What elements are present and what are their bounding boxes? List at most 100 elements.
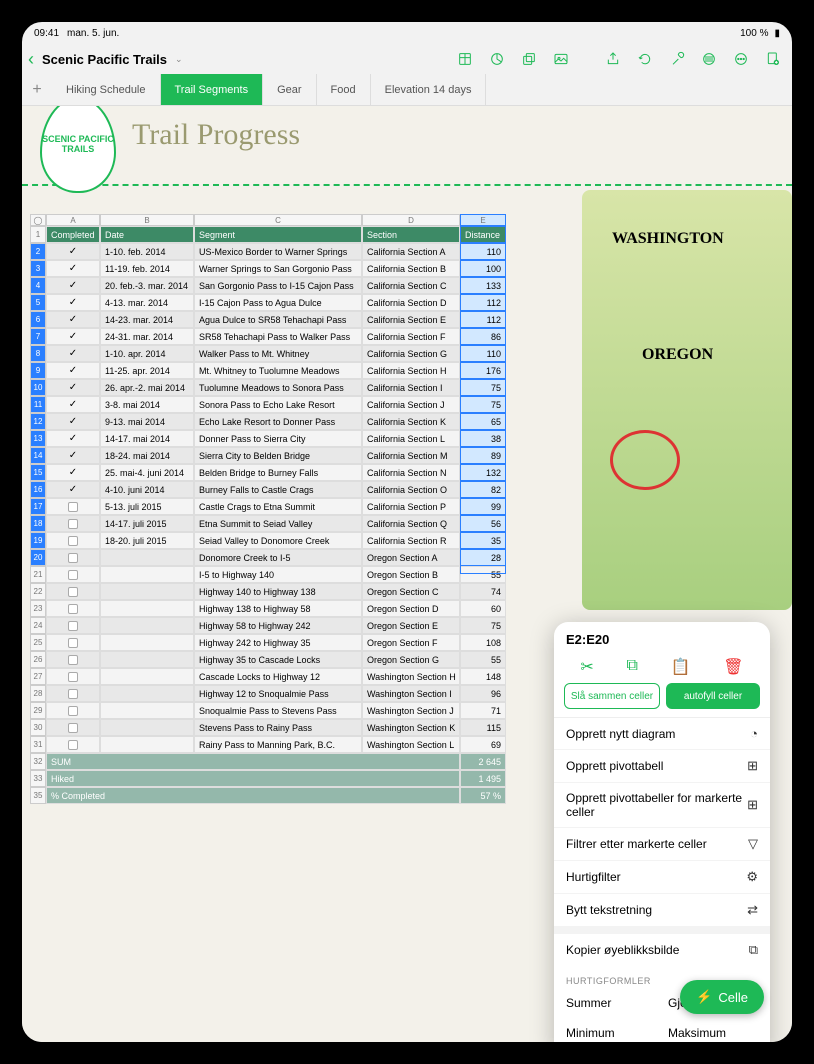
quick-formula-summer[interactable]: Summer <box>560 988 662 1018</box>
cell[interactable]: Highway 12 to Snoqualmie Pass <box>194 685 362 702</box>
cell[interactable]: US-Mexico Border to Warner Springs <box>194 243 362 260</box>
cell[interactable]: California Section O <box>362 481 460 498</box>
cell[interactable]: Washington Section J <box>362 702 460 719</box>
row-header[interactable]: 15 <box>30 464 46 481</box>
row-header[interactable]: 28 <box>30 685 46 702</box>
checkbox-checked-icon[interactable]: ✓ <box>69 484 77 495</box>
cell[interactable]: 100 <box>460 260 506 277</box>
col-header-C[interactable]: C <box>194 214 362 226</box>
cell[interactable] <box>46 566 100 583</box>
cell[interactable]: 55 <box>460 566 506 583</box>
cell[interactable]: 60 <box>460 600 506 617</box>
checkbox-unchecked-icon[interactable] <box>68 638 78 648</box>
checkbox-checked-icon[interactable]: ✓ <box>69 246 77 257</box>
cell[interactable]: 96 <box>460 685 506 702</box>
cell[interactable]: 14-17. mai 2014 <box>100 430 194 447</box>
cell[interactable]: % Completed <box>46 787 460 804</box>
cell[interactable]: 55 <box>460 651 506 668</box>
cell[interactable]: Oregon Section F <box>362 634 460 651</box>
checkbox-unchecked-icon[interactable] <box>68 587 78 597</box>
cell[interactable]: California Section B <box>362 260 460 277</box>
cell[interactable]: ✓ <box>46 379 100 396</box>
cell[interactable]: Sierra City to Belden Bridge <box>194 447 362 464</box>
row-header[interactable]: 4 <box>30 277 46 294</box>
table-row[interactable]: 23Highway 138 to Highway 58Oregon Sectio… <box>30 600 784 617</box>
cell[interactable]: ✓ <box>46 396 100 413</box>
checkbox-unchecked-icon[interactable] <box>68 689 78 699</box>
cell[interactable]: 110 <box>460 345 506 362</box>
cell[interactable]: ✓ <box>46 362 100 379</box>
table-row[interactable]: 9✓11-25. apr. 2014Mt. Whitney to Tuolumn… <box>30 362 784 379</box>
menu-item-opprett-pivottabell[interactable]: Opprett pivottabell⊞ <box>554 750 770 783</box>
row-header[interactable]: 31 <box>30 736 46 753</box>
cell[interactable]: California Section D <box>362 294 460 311</box>
cell[interactable]: 99 <box>460 498 506 515</box>
back-button[interactable]: ‹ <box>28 49 34 70</box>
cell[interactable]: 5-13. juli 2015 <box>100 498 194 515</box>
cell[interactable]: 9-13. mai 2014 <box>100 413 194 430</box>
col-header-E[interactable]: E <box>460 214 506 226</box>
row-header[interactable]: 33 <box>30 770 46 787</box>
cell[interactable]: ✓ <box>46 277 100 294</box>
new-sheet-icon[interactable] <box>760 46 786 72</box>
row-header[interactable]: 17 <box>30 498 46 515</box>
cell[interactable]: Rainy Pass to Manning Park, B.C. <box>194 736 362 753</box>
row-header[interactable]: 27 <box>30 668 46 685</box>
cell[interactable]: 71 <box>460 702 506 719</box>
cell[interactable] <box>100 617 194 634</box>
cell[interactable] <box>100 549 194 566</box>
cell[interactable]: California Section I <box>362 379 460 396</box>
cell[interactable]: California Section R <box>362 532 460 549</box>
cell[interactable]: 112 <box>460 294 506 311</box>
add-sheet-button[interactable]: + <box>22 74 52 105</box>
cell[interactable]: 14-23. mar. 2014 <box>100 311 194 328</box>
cell[interactable]: ✓ <box>46 464 100 481</box>
corner-cell[interactable]: ◯ <box>30 214 46 226</box>
tab-hiking-schedule[interactable]: Hiking Schedule <box>52 74 161 105</box>
cell[interactable]: Highway 138 to Highway 58 <box>194 600 362 617</box>
checkbox-checked-icon[interactable]: ✓ <box>69 382 77 393</box>
cell[interactable]: I-15 Cajon Pass to Agua Dulce <box>194 294 362 311</box>
cell[interactable]: ✓ <box>46 481 100 498</box>
row-header[interactable]: 19 <box>30 532 46 549</box>
cell[interactable]: 3-8. mai 2014 <box>100 396 194 413</box>
cell[interactable]: 108 <box>460 634 506 651</box>
cell[interactable] <box>100 566 194 583</box>
cell[interactable]: ✓ <box>46 311 100 328</box>
cell[interactable] <box>46 532 100 549</box>
insert-table-icon[interactable] <box>452 46 478 72</box>
cell[interactable]: Highway 58 to Highway 242 <box>194 617 362 634</box>
menu-item-filtrer-etter-markerte-celler[interactable]: Filtrer etter markerte celler▽ <box>554 828 770 861</box>
cell[interactable]: Washington Section I <box>362 685 460 702</box>
table-row[interactable]: 1918-20. juli 2015Seiad Valley to Donomo… <box>30 532 784 549</box>
undo-icon[interactable] <box>632 46 658 72</box>
row-header[interactable]: 13 <box>30 430 46 447</box>
cell[interactable] <box>46 668 100 685</box>
cell[interactable] <box>100 651 194 668</box>
cell[interactable]: Highway 35 to Cascade Locks <box>194 651 362 668</box>
cell[interactable]: California Section E <box>362 311 460 328</box>
checkbox-checked-icon[interactable]: ✓ <box>69 467 77 478</box>
cell[interactable]: 86 <box>460 328 506 345</box>
cell[interactable]: California Section G <box>362 345 460 362</box>
cell[interactable]: Washington Section K <box>362 719 460 736</box>
cell[interactable]: 28 <box>460 549 506 566</box>
table-row[interactable]: 22Highway 140 to Highway 138Oregon Secti… <box>30 583 784 600</box>
checkbox-checked-icon[interactable]: ✓ <box>69 450 77 461</box>
table-row[interactable]: 4✓20. feb.-3. mar. 2014San Gorgonio Pass… <box>30 277 784 294</box>
insert-media-icon[interactable] <box>548 46 574 72</box>
cell[interactable] <box>46 515 100 532</box>
cell[interactable]: California Section C <box>362 277 460 294</box>
table-row[interactable]: 10✓26. apr.-2. mai 2014Tuolumne Meadows … <box>30 379 784 396</box>
row-header[interactable]: 7 <box>30 328 46 345</box>
table-row[interactable]: 6✓14-23. mar. 2014Agua Dulce to SR58 Teh… <box>30 311 784 328</box>
cell[interactable]: Oregon Section B <box>362 566 460 583</box>
table-row[interactable]: 11✓3-8. mai 2014Sonora Pass to Echo Lake… <box>30 396 784 413</box>
cell[interactable]: 18-20. juli 2015 <box>100 532 194 549</box>
row-header[interactable]: 9 <box>30 362 46 379</box>
cell[interactable] <box>46 634 100 651</box>
row-header[interactable]: 22 <box>30 583 46 600</box>
row-header[interactable]: 16 <box>30 481 46 498</box>
table-row[interactable]: 175-13. juli 2015Castle Crags to Etna Su… <box>30 498 784 515</box>
cell[interactable]: 115 <box>460 719 506 736</box>
